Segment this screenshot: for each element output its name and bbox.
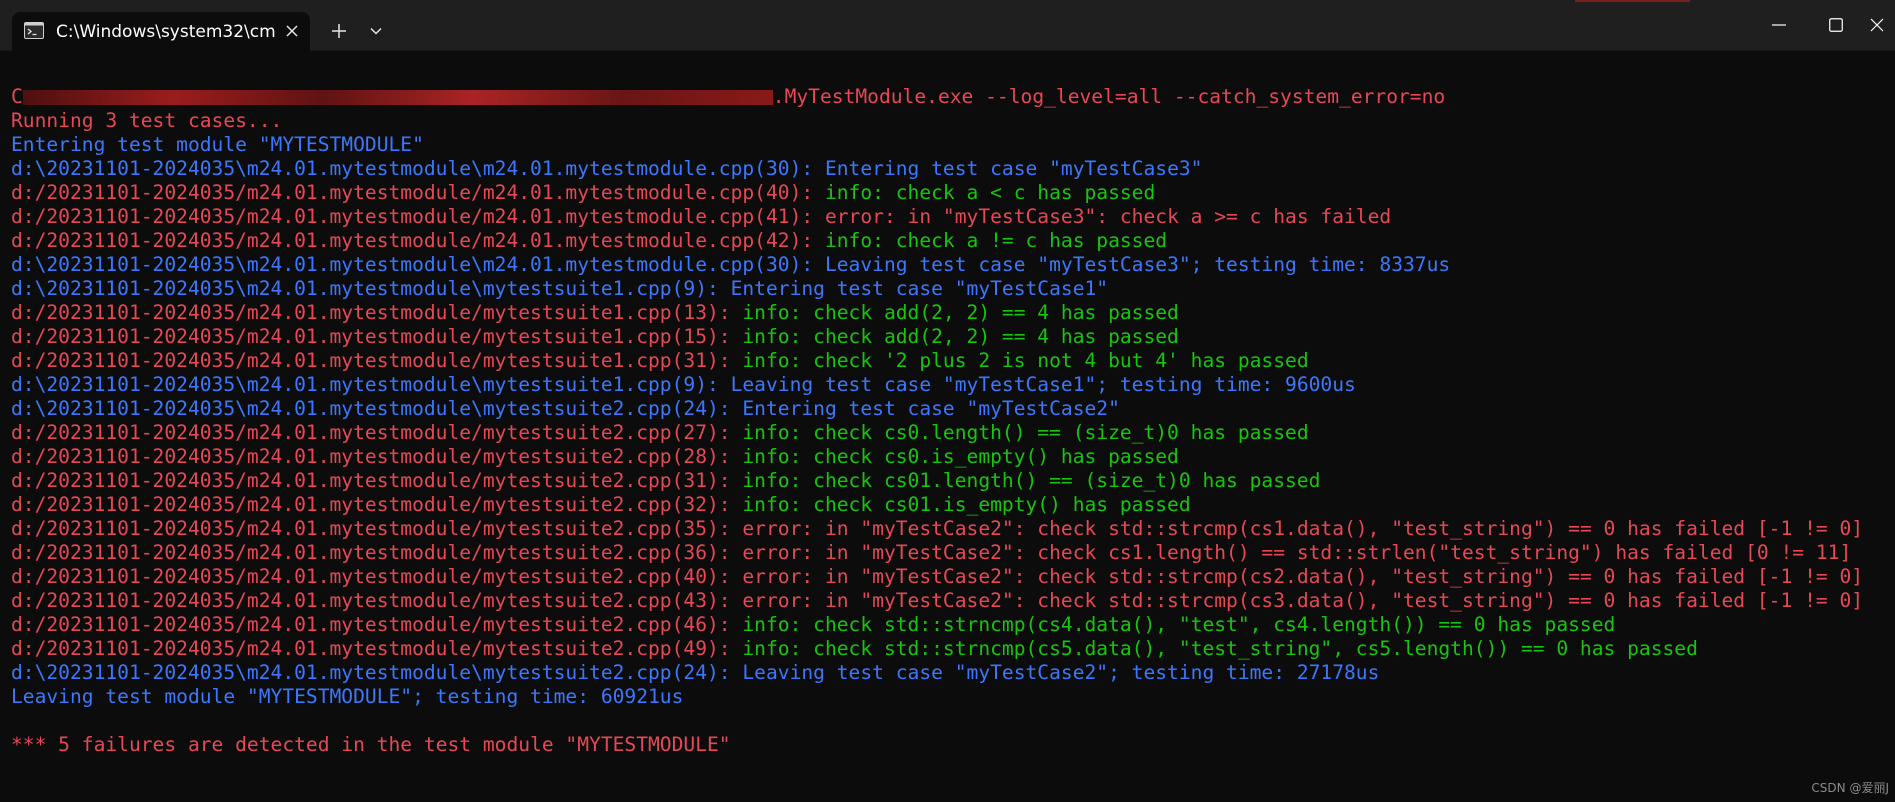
titlebar-accent bbox=[1575, 0, 1690, 2]
log-line: d:/20231101-2024035/m24.01.mytestmodule/… bbox=[11, 517, 1863, 541]
log-source: d:/20231101-2024035/m24.01.mytestmodule/… bbox=[11, 541, 743, 564]
log-source: d:\20231101-2024035\m24.01.mytestmodule\… bbox=[11, 157, 825, 180]
terminal-icon bbox=[24, 22, 44, 39]
log-line: d:/20231101-2024035/m24.01.mytestmodule/… bbox=[11, 565, 1863, 589]
log-source: d:/20231101-2024035/m24.01.mytestmodule/… bbox=[11, 565, 743, 588]
chevron-down-icon[interactable] bbox=[362, 17, 390, 45]
tab-cmd[interactable]: C:\Windows\system32\cm bbox=[12, 12, 310, 51]
log-message: info: check std::strncmp(cs4.data(), "te… bbox=[742, 613, 1616, 636]
log-message: Leaving test case "myTestCase1"; testing… bbox=[730, 373, 1356, 396]
log-line: d:\20231101-2024035\m24.01.mytestmodule\… bbox=[11, 157, 1202, 181]
log-message: Leaving test case "myTestCase3"; testing… bbox=[824, 253, 1451, 276]
log-line: d:\20231101-2024035\m24.01.mytestmodule\… bbox=[11, 373, 1356, 397]
log-line: d:/20231101-2024035/m24.01.mytestmodule/… bbox=[11, 229, 1167, 253]
log-message: Entering test case "myTestCase2" bbox=[742, 397, 1120, 420]
failure-summary: *** 5 failures are detected in the test … bbox=[11, 733, 731, 756]
log-source: d:/20231101-2024035/m24.01.mytestmodule/… bbox=[11, 229, 825, 252]
log-message: info: check add(2, 2) == 4 has passed bbox=[742, 301, 1179, 324]
log-message: error: in "myTestCase2": check std::strc… bbox=[742, 517, 1864, 540]
log-line: d:/20231101-2024035/m24.01.mytestmodule/… bbox=[11, 325, 1179, 349]
log-source: d:/20231101-2024035/m24.01.mytestmodule/… bbox=[11, 349, 743, 372]
running-line: Running 3 test cases... bbox=[11, 109, 283, 132]
watermark: CSDN @爱丽J bbox=[1811, 781, 1889, 795]
log-source: d:/20231101-2024035/m24.01.mytestmodule/… bbox=[11, 517, 743, 540]
log-line: d:/20231101-2024035/m24.01.mytestmodule/… bbox=[11, 301, 1179, 325]
log-source: d:/20231101-2024035/m24.01.mytestmodule/… bbox=[11, 325, 743, 348]
log-message: error: in "myTestCase3": check a >= c ha… bbox=[824, 205, 1392, 228]
terminal-output[interactable]: C .MyTestModule.exe --log_level=all --cat… bbox=[0, 51, 1895, 802]
minimize-icon[interactable] bbox=[1756, 8, 1802, 42]
log-source: d:/20231101-2024035/m24.01.mytestmodule/… bbox=[11, 421, 743, 444]
log-line: d:/20231101-2024035/m24.01.mytestmodule/… bbox=[11, 637, 1698, 661]
log-message: error: in "myTestCase2": check std::strc… bbox=[742, 589, 1864, 612]
log-message: Entering test case "myTestCase1" bbox=[730, 277, 1109, 300]
log-source: d:\20231101-2024035\m24.01.mytestmodule\… bbox=[11, 277, 731, 300]
command-line: C .MyTestModule.exe --log_level=all --cat… bbox=[11, 85, 1445, 109]
log-source: d:/20231101-2024035/m24.01.mytestmodule/… bbox=[11, 613, 743, 636]
log-source: d:/20231101-2024035/m24.01.mytestmodule/… bbox=[11, 493, 743, 516]
log-source: d:/20231101-2024035/m24.01.mytestmodule/… bbox=[11, 205, 825, 228]
log-message: info: check a < c has passed bbox=[824, 181, 1156, 204]
log-message: info: check cs01.is_empty() has passed bbox=[742, 493, 1191, 516]
log-line: d:/20231101-2024035/m24.01.mytestmodule/… bbox=[11, 181, 1155, 205]
log-message: info: check cs01.length() == (size_t)0 h… bbox=[742, 469, 1321, 492]
log-message: info: check cs0.length() == (size_t)0 ha… bbox=[742, 421, 1309, 444]
close-icon[interactable] bbox=[1870, 8, 1895, 42]
log-source: d:/20231101-2024035/m24.01.mytestmodule/… bbox=[11, 637, 743, 660]
log-line: d:\20231101-2024035\m24.01.mytestmodule\… bbox=[11, 661, 1379, 685]
log-line: d:/20231101-2024035/m24.01.mytestmodule/… bbox=[11, 541, 1851, 565]
log-message: error: in "myTestCase2": check cs1.lengt… bbox=[742, 541, 1852, 564]
log-message: info: check std::strncmp(cs5.data(), "te… bbox=[742, 637, 1698, 660]
log-line: d:/20231101-2024035/m24.01.mytestmodule/… bbox=[11, 589, 1863, 613]
leaving-module-line: Leaving test module "MYTESTMODULE"; test… bbox=[11, 685, 684, 708]
log-line: d:/20231101-2024035/m24.01.mytestmodule/… bbox=[11, 613, 1615, 637]
log-message: info: check '2 plus 2 is not 4 but 4' ha… bbox=[742, 349, 1309, 372]
command-args: .MyTestModule.exe --log_level=all --catc… bbox=[772, 85, 1446, 108]
log-line: d:/20231101-2024035/m24.01.mytestmodule/… bbox=[11, 445, 1179, 469]
log-source: d:\20231101-2024035\m24.01.mytestmodule\… bbox=[11, 373, 731, 396]
log-message: info: check cs0.is_empty() has passed bbox=[742, 445, 1179, 468]
log-message: Entering test case "myTestCase3" bbox=[824, 157, 1203, 180]
log-source: d:/20231101-2024035/m24.01.mytestmodule/… bbox=[11, 589, 743, 612]
log-line: d:/20231101-2024035/m24.01.mytestmodule/… bbox=[11, 469, 1320, 493]
log-line: d:/20231101-2024035/m24.01.mytestmodule/… bbox=[11, 349, 1309, 373]
log-source: d:/20231101-2024035/m24.01.mytestmodule/… bbox=[11, 445, 743, 468]
tab-title: C:\Windows\system32\cm bbox=[56, 22, 276, 42]
log-line: d:/20231101-2024035/m24.01.mytestmodule/… bbox=[11, 421, 1309, 445]
log-message: info: check add(2, 2) == 4 has passed bbox=[742, 325, 1179, 348]
redacted-path bbox=[22, 90, 773, 105]
log-source: d:\20231101-2024035\m24.01.mytestmodule\… bbox=[11, 661, 743, 684]
log-line: d:/20231101-2024035/m24.01.mytestmodule/… bbox=[11, 205, 1391, 229]
log-line: d:\20231101-2024035\m24.01.mytestmodule\… bbox=[11, 253, 1450, 277]
log-line: d:/20231101-2024035/m24.01.mytestmodule/… bbox=[11, 493, 1191, 517]
log-source: d:\20231101-2024035\m24.01.mytestmodule\… bbox=[11, 397, 743, 420]
log-message: info: check a != c has passed bbox=[824, 229, 1168, 252]
log-source: d:/20231101-2024035/m24.01.mytestmodule/… bbox=[11, 181, 825, 204]
maximize-icon[interactable] bbox=[1813, 8, 1859, 42]
log-message: Leaving test case "myTestCase2"; testing… bbox=[742, 661, 1380, 684]
log-line: d:\20231101-2024035\m24.01.mytestmodule\… bbox=[11, 277, 1108, 301]
log-source: d:/20231101-2024035/m24.01.mytestmodule/… bbox=[11, 301, 743, 324]
close-tab-icon[interactable] bbox=[282, 21, 302, 41]
entering-module-line: Entering test module "MYTESTMODULE" bbox=[11, 133, 424, 156]
title-bar: C:\Windows\system32\cm bbox=[0, 0, 1895, 51]
log-source: d:\20231101-2024035\m24.01.mytestmodule\… bbox=[11, 253, 825, 276]
log-line: d:\20231101-2024035\m24.01.mytestmodule\… bbox=[11, 397, 1120, 421]
log-source: d:/20231101-2024035/m24.01.mytestmodule/… bbox=[11, 469, 743, 492]
log-message: error: in "myTestCase2": check std::strc… bbox=[742, 565, 1864, 588]
command-prefix: C bbox=[11, 85, 23, 108]
plus-icon[interactable] bbox=[322, 17, 356, 45]
